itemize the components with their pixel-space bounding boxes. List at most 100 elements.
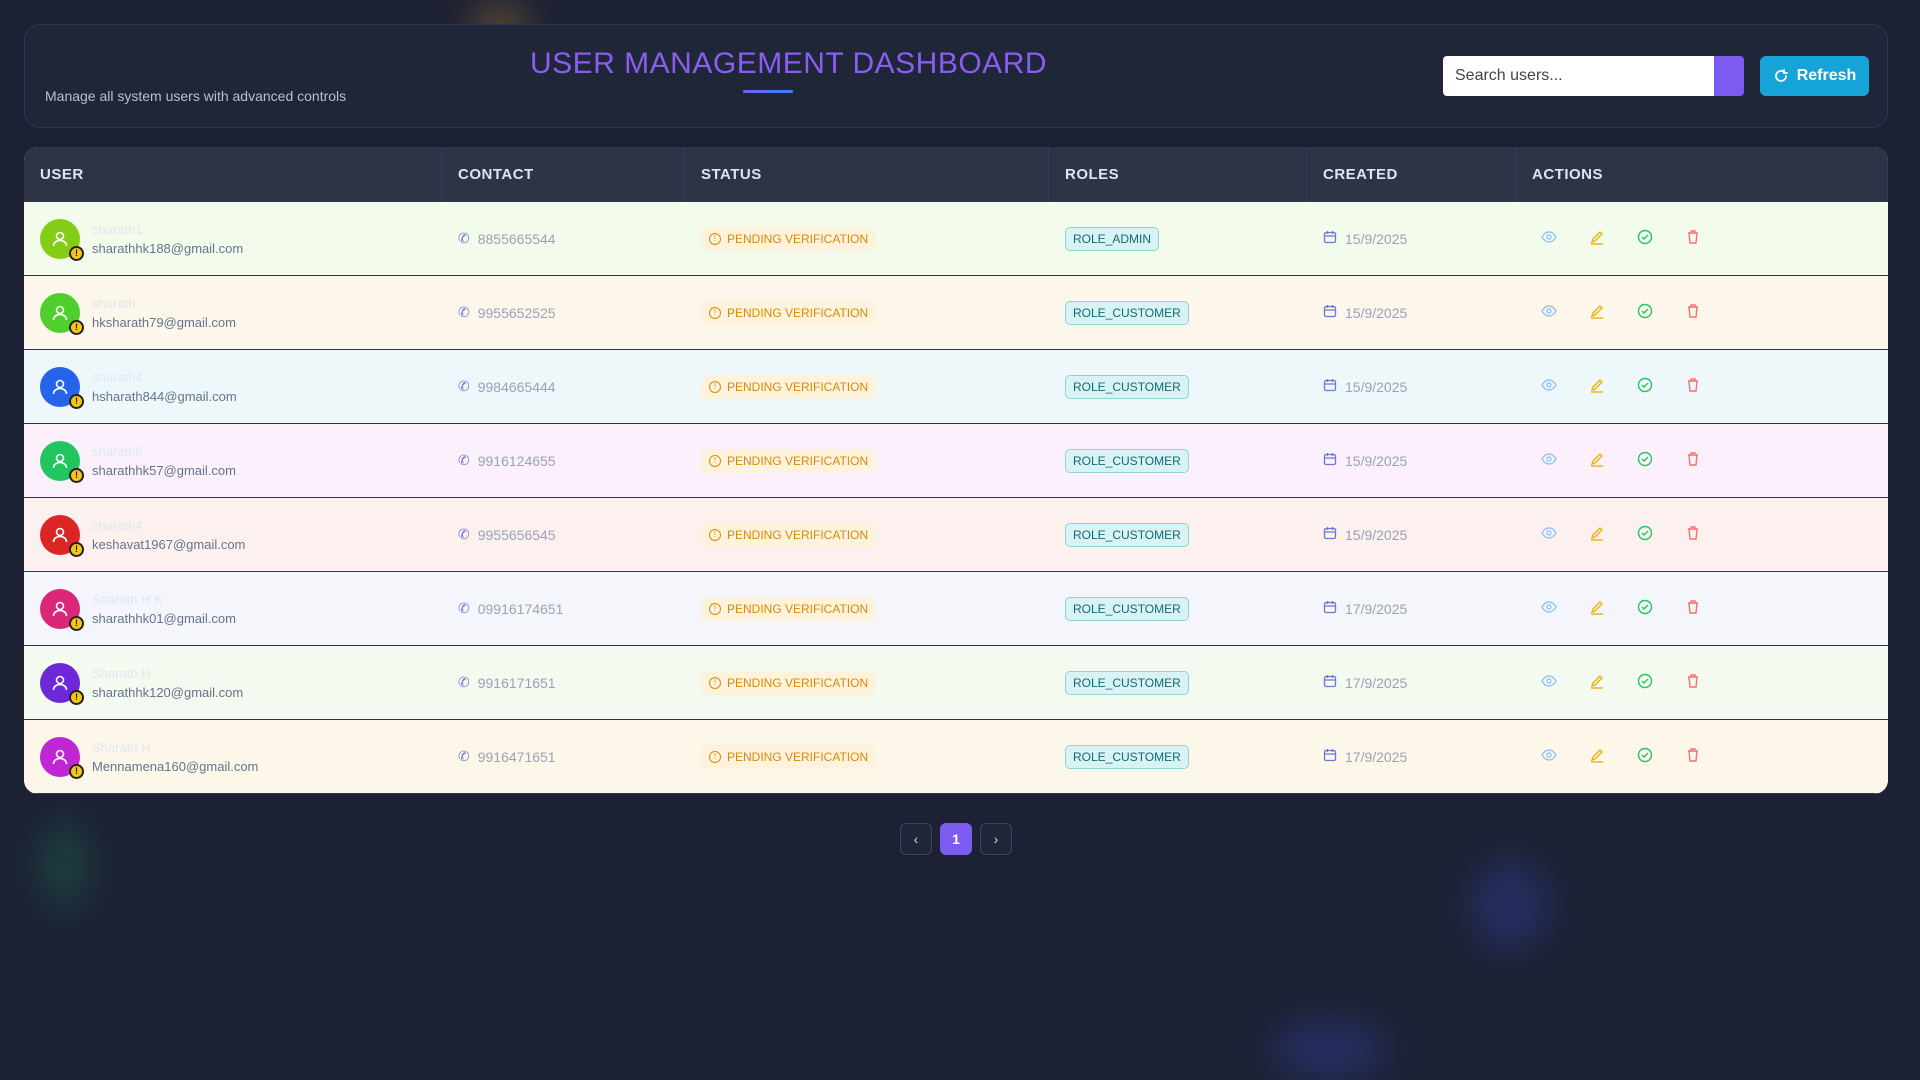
eye-button[interactable] xyxy=(1540,526,1558,544)
status-badge: ! PENDING VERIFICATION xyxy=(701,374,877,399)
check-circle-icon xyxy=(1637,229,1653,248)
eye-button[interactable] xyxy=(1540,230,1558,248)
column-header-created[interactable]: CREATED xyxy=(1307,147,1516,202)
edit-button[interactable] xyxy=(1588,600,1606,618)
check-circle-button[interactable] xyxy=(1636,747,1654,766)
refresh-label: Refresh xyxy=(1796,67,1857,84)
eye-button[interactable] xyxy=(1540,378,1558,396)
eye-button[interactable] xyxy=(1540,674,1558,692)
eye-button[interactable] xyxy=(1540,600,1558,618)
calendar-icon xyxy=(1323,748,1337,765)
eye-icon xyxy=(1541,599,1557,618)
trash-button[interactable] xyxy=(1684,674,1702,692)
alert-circle-icon: ! xyxy=(709,306,721,319)
check-circle-button[interactable] xyxy=(1636,673,1654,692)
status-text: PENDING VERIFICATION xyxy=(727,305,869,320)
created-date: 15/9/2025 xyxy=(1345,378,1408,395)
check-circle-button[interactable] xyxy=(1636,229,1654,248)
trash-button[interactable] xyxy=(1684,230,1702,248)
user-icon xyxy=(52,601,68,616)
trash-button[interactable] xyxy=(1684,452,1702,470)
status-cell: ! PENDING VERIFICATION xyxy=(685,720,1049,793)
search-input[interactable] xyxy=(1443,56,1714,96)
phone-number: 9916471651 xyxy=(477,748,556,765)
user-cell: ! Sharath H Mennamena160@gmail.com xyxy=(24,720,442,793)
check-circle-button[interactable] xyxy=(1636,303,1654,322)
check-circle-icon xyxy=(1637,303,1653,322)
table-row[interactable]: ! sharath4 hsharath844@gmail.com ✆ 99846… xyxy=(24,350,1888,424)
column-header-roles[interactable]: ROLES xyxy=(1049,147,1307,202)
edit-button[interactable] xyxy=(1588,230,1606,248)
edit-button[interactable] xyxy=(1588,378,1606,396)
column-header-contact[interactable]: CONTACT xyxy=(442,147,685,202)
table-row[interactable]: ! sharath4 keshavat1967@gmail.com ✆ 9955… xyxy=(24,498,1888,572)
search-button[interactable] xyxy=(1714,56,1744,96)
calendar-icon xyxy=(1323,600,1337,617)
edit-button[interactable] xyxy=(1588,526,1606,544)
column-header-status[interactable]: STATUS xyxy=(685,147,1049,202)
status-badge: ! PENDING VERIFICATION xyxy=(701,522,877,547)
user-name: Sharath H xyxy=(92,665,151,681)
table-header: USER CONTACT STATUS ROLES CREATED ACTION… xyxy=(24,147,1888,202)
user-icon xyxy=(52,453,68,468)
edit-icon xyxy=(1589,525,1605,544)
edit-button[interactable] xyxy=(1588,304,1606,322)
check-circle-button[interactable] xyxy=(1636,599,1654,618)
edit-icon xyxy=(1589,377,1605,396)
eye-icon xyxy=(1541,673,1557,692)
edit-button[interactable] xyxy=(1588,452,1606,470)
actions-cell xyxy=(1516,572,1888,645)
dashboard-header: Manage all system users with advanced co… xyxy=(24,24,1888,128)
table-row[interactable]: ! Sharath H sharathhk120@gmail.com ✆ 991… xyxy=(24,646,1888,720)
warning-badge-icon: ! xyxy=(69,615,84,631)
table-row[interactable]: ! sharath1 sharathhk188@gmail.com ✆ 8855… xyxy=(24,202,1888,276)
avatar: ! xyxy=(40,292,84,335)
refresh-button[interactable]: Refresh xyxy=(1760,56,1869,96)
user-email: sharathhk188@gmail.com xyxy=(92,240,244,256)
phone-number: 8855665544 xyxy=(477,230,556,247)
eye-button[interactable] xyxy=(1540,304,1558,322)
eye-button[interactable] xyxy=(1540,452,1558,470)
column-header-user[interactable]: USER xyxy=(24,147,442,202)
previous-page-button[interactable]: ‹ xyxy=(900,823,932,855)
edit-icon xyxy=(1589,303,1605,322)
check-circle-icon xyxy=(1637,673,1653,692)
role-badge: ROLE_CUSTOMER xyxy=(1065,448,1189,473)
trash-button[interactable] xyxy=(1684,378,1702,396)
avatar: ! xyxy=(40,662,84,705)
roles-cell: ROLE_ADMIN xyxy=(1049,202,1307,275)
trash-icon xyxy=(1685,303,1701,322)
table-row[interactable]: ! sharath hksharath79@gmail.com ✆ 995565… xyxy=(24,276,1888,350)
alert-circle-icon: ! xyxy=(709,676,721,689)
created-date: 17/9/2025 xyxy=(1345,674,1408,691)
trash-icon xyxy=(1685,599,1701,618)
trash-button[interactable] xyxy=(1684,304,1702,322)
trash-button[interactable] xyxy=(1684,748,1702,766)
table-row[interactable]: ! Sharath H K sharathhk01@gmail.com ✆ 09… xyxy=(24,572,1888,646)
roles-cell: ROLE_CUSTOMER xyxy=(1049,424,1307,497)
user-icon xyxy=(52,231,68,246)
user-name: sharath1 xyxy=(92,221,143,237)
status-cell: ! PENDING VERIFICATION xyxy=(685,646,1049,719)
check-circle-button[interactable] xyxy=(1636,525,1654,544)
eye-button[interactable] xyxy=(1540,748,1558,766)
page-button[interactable]: 1 xyxy=(940,823,972,855)
check-circle-button[interactable] xyxy=(1636,451,1654,470)
edit-button[interactable] xyxy=(1588,748,1606,766)
next-page-button[interactable]: › xyxy=(980,823,1012,855)
table-row[interactable]: ! sharath6 sharathhk57@gmail.com ✆ 99161… xyxy=(24,424,1888,498)
status-cell: ! PENDING VERIFICATION xyxy=(685,276,1049,349)
trash-icon xyxy=(1685,451,1701,470)
eye-icon xyxy=(1541,451,1557,470)
pagination: ‹ 1 › xyxy=(900,823,1012,855)
check-circle-button[interactable] xyxy=(1636,377,1654,396)
alert-circle-icon: ! xyxy=(709,602,721,615)
table-row[interactable]: ! Sharath H Mennamena160@gmail.com ✆ 991… xyxy=(24,720,1888,794)
edit-button[interactable] xyxy=(1588,674,1606,692)
warning-badge-icon: ! xyxy=(69,763,84,779)
trash-button[interactable] xyxy=(1684,600,1702,618)
contact-cell: ✆ 9955652525 xyxy=(442,276,685,349)
trash-button[interactable] xyxy=(1684,526,1702,544)
background-blob xyxy=(1470,860,1550,950)
trash-icon xyxy=(1685,377,1701,396)
